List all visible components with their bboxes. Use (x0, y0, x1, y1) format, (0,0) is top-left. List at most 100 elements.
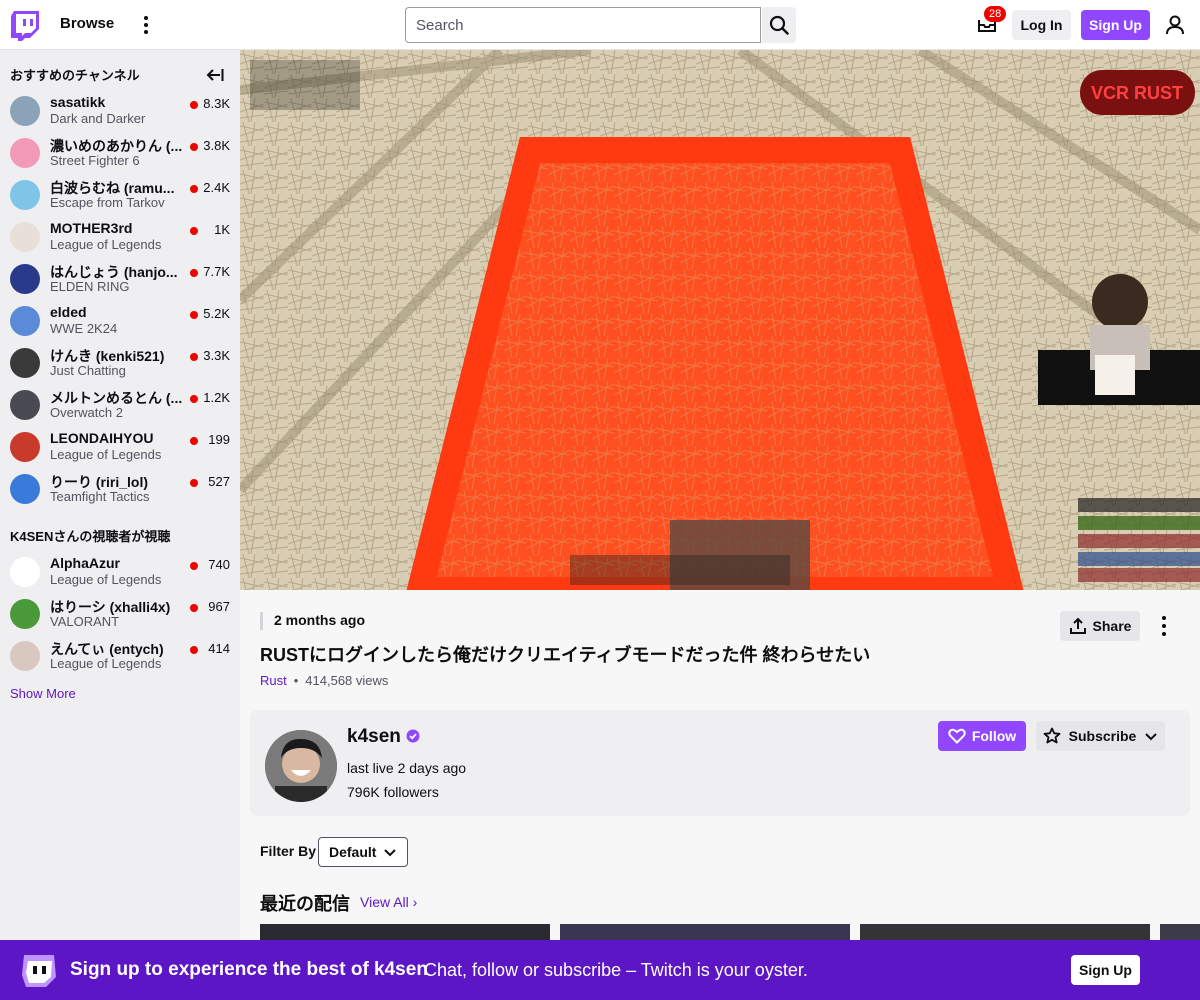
view-all-link[interactable]: View All › (360, 894, 417, 910)
viewer-count: 1K (214, 222, 230, 237)
sidebar-channel-game: Just Chatting (50, 363, 126, 378)
sidebar-channel-game: Escape from Tarkov (50, 195, 165, 210)
live-indicator (190, 562, 198, 570)
user-icon[interactable] (1163, 13, 1187, 37)
sidebar-channel[interactable]: 白波らむね (ramu... Escape from Tarkov 2.4K (0, 174, 240, 216)
share-icon (1069, 617, 1086, 634)
video-thumbnail[interactable] (260, 924, 550, 940)
filter-select[interactable]: Default (318, 837, 408, 867)
viewer-count: 2.4K (203, 180, 230, 195)
share-button[interactable]: Share (1060, 611, 1140, 641)
stream-date: 2 months ago (274, 612, 366, 628)
live-indicator (190, 395, 198, 403)
sidebar-channel[interactable]: elded WWE 2K24 5.2K (0, 300, 240, 342)
sidebar: おすすめのチャンネル sasatikk Dark and Darker 8.3K 濃い… (0, 50, 240, 940)
video-overlay-brand: VCR RUST (1091, 83, 1183, 103)
channel-avatar[interactable] (265, 730, 337, 802)
filter-value: Default (329, 844, 377, 860)
channel-avatar (10, 96, 40, 126)
viewer-count: 414 (208, 641, 230, 656)
live-indicator (190, 269, 198, 277)
channel-avatar (10, 432, 40, 462)
sidebar-channel[interactable]: りーり (riri_lol) Teamfight Tactics 527 (0, 468, 240, 510)
game-link[interactable]: Rust (260, 673, 287, 688)
viewer-count: 7.7K (203, 264, 230, 279)
sidebar-channel[interactable]: メルトンめるとん (... Overwatch 2 1.2K (0, 384, 240, 426)
video-player[interactable]: VCR RUST (240, 50, 1200, 590)
glitch-mascot-icon (22, 955, 56, 987)
top-nav: Browse 28 Log In Sign Up (0, 0, 1200, 50)
channel-avatar (10, 306, 40, 336)
sidebar-channel-game: League of Legends (50, 572, 162, 587)
sidebar-channel-game: Dark and Darker (50, 111, 146, 126)
live-indicator (190, 353, 198, 361)
viewer-count: 527 (208, 474, 230, 489)
sidebar-channel-game: League of Legends (50, 656, 162, 671)
sidebar-channel[interactable]: sasatikk Dark and Darker 8.3K (0, 90, 240, 132)
sidebar-channel-game: Teamfight Tactics (50, 489, 150, 504)
sidebar-channel-game: League of Legends (50, 237, 162, 252)
view-count: 414,568 views (305, 673, 389, 688)
search-icon (769, 15, 789, 35)
viewer-count: 3.3K (203, 348, 230, 363)
last-live: last live 2 days ago (347, 760, 467, 776)
show-more-link[interactable]: Show More (10, 686, 76, 701)
inbox-count-badge: 28 (984, 6, 1007, 22)
channel-avatar (10, 390, 40, 420)
chevron-down-icon (1145, 733, 1158, 741)
channel-avatar (10, 222, 40, 252)
sidebar-channel-game: League of Legends (50, 447, 162, 462)
video-frame: VCR RUST (240, 50, 1200, 590)
channel-name[interactable]: k4sen (347, 726, 401, 748)
filter-label: Filter By (260, 843, 317, 859)
channel-avatar (10, 474, 40, 504)
sidebar-channel-game: VALORANT (50, 614, 120, 629)
follow-button[interactable]: Follow (938, 721, 1026, 751)
search-input[interactable] (405, 7, 761, 43)
login-button[interactable]: Log In (1012, 10, 1071, 40)
viewer-count: 740 (208, 557, 230, 572)
sidebar-channel[interactable]: はりーシ (xhalli4x) VALORANT 967 (0, 593, 240, 635)
video-thumbnail[interactable] (1160, 924, 1200, 940)
live-indicator (190, 437, 198, 445)
sidebar-channel-game: WWE 2K24 (50, 321, 118, 336)
twitch-logo-icon[interactable] (11, 11, 39, 41)
banner-signup-button[interactable]: Sign Up (1071, 955, 1140, 985)
banner-subtext: Chat, follow or subscribe – Twitch is yo… (424, 960, 808, 980)
sidebar-channel[interactable]: けんき (kenki521) Just Chatting 3.3K (0, 342, 240, 384)
sidebar-channel-name: elded (50, 304, 87, 320)
channel-avatar (10, 264, 40, 294)
collapse-sidebar-icon[interactable] (206, 67, 224, 83)
subscribe-button[interactable]: Subscribe (1036, 721, 1165, 751)
meta-separator: • (293, 673, 299, 688)
live-indicator (190, 604, 198, 612)
recommended-heading: おすすめのチャンネル (10, 68, 140, 83)
channel-avatar (10, 641, 40, 671)
viewer-count: 199 (208, 432, 230, 447)
recent-broadcasts-heading: 最近の配信 (260, 894, 350, 914)
viewer-count: 3.8K (203, 138, 230, 153)
sidebar-channel[interactable]: 濃いめのあかりん (... Street Fighter 6 3.8K (0, 132, 240, 174)
video-thumbnail[interactable] (860, 924, 1150, 940)
live-indicator (190, 646, 198, 654)
sidebar-channel[interactable]: MOTHER3rd League of Legends 1K (0, 216, 240, 258)
sidebar-channel[interactable]: LEONDAIHYOU League of Legends 199 (0, 426, 240, 468)
sidebar-channel[interactable]: AlphaAzur League of Legends 740 (0, 551, 240, 593)
browse-link[interactable]: Browse (60, 15, 114, 32)
sidebar-channel-name: AlphaAzur (50, 555, 120, 571)
channel-avatar (10, 557, 40, 587)
sidebar-channel[interactable]: はんじょう (hanjo... ELDEN RING 7.7K (0, 258, 240, 300)
signup-button[interactable]: Sign Up (1081, 10, 1150, 40)
viewer-count: 1.2K (203, 390, 230, 405)
channel-avatar (10, 348, 40, 378)
search-button[interactable] (762, 7, 796, 43)
sidebar-channel[interactable]: えんてぃ (entych) League of Legends 414 (0, 635, 240, 677)
viewer-count: 8.3K (203, 96, 230, 111)
viewers-also-watch-heading: K4SENさんの視聴者が視聴 (10, 529, 171, 544)
more-options-icon[interactable] (1158, 616, 1170, 636)
live-indicator (190, 311, 198, 319)
sidebar-channel-game: Street Fighter 6 (50, 153, 140, 168)
more-menu-icon[interactable] (140, 14, 152, 36)
sidebar-channel-game: ELDEN RING (50, 279, 130, 294)
video-thumbnail[interactable] (560, 924, 850, 940)
